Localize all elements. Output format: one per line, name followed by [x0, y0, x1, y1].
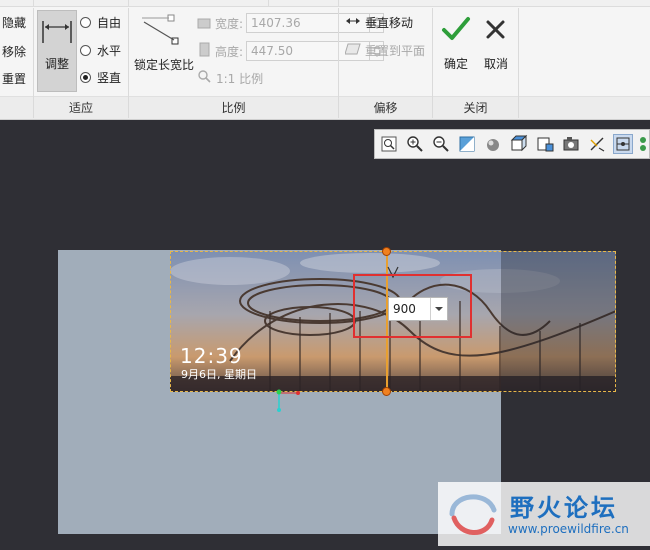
cancel-button[interactable]: 取消 [480, 14, 512, 74]
lock-aspect-label: 锁定长宽比 [134, 58, 195, 72]
radio-free-label: 自由 [97, 16, 122, 30]
zoom-fit-button[interactable] [379, 134, 399, 154]
adjust-button[interactable]: 调整 [37, 10, 77, 92]
lock-aspect-icon [142, 14, 179, 45]
more-icon [640, 137, 646, 151]
repaint-icon [459, 136, 475, 152]
radio-vertical[interactable] [80, 72, 91, 83]
repaint-button[interactable] [457, 134, 477, 154]
close-group-label: 关闭 [463, 101, 488, 115]
width-input[interactable]: 1407.36 [246, 13, 384, 33]
cube-icon [510, 134, 528, 152]
zoom-in-button[interactable] [405, 134, 425, 154]
fit-group-label: 适应 [68, 101, 93, 115]
display-style-button[interactable] [483, 134, 503, 154]
width-label: 宽度: [215, 17, 244, 31]
view-manager-icon [537, 137, 554, 152]
radio-horizontal-label: 水平 [97, 44, 122, 58]
spin-center-button[interactable] [613, 134, 633, 154]
watermark-title: 野火论坛 [510, 494, 618, 522]
zoom-out-icon [433, 136, 449, 152]
height-icon [199, 42, 210, 57]
offset-group-label: 偏移 [373, 101, 398, 115]
reset-to-plane-button[interactable]: 重置到平面 [365, 42, 425, 59]
zoom-out-button[interactable] [431, 134, 451, 154]
hide-button[interactable]: 隐藏 [2, 14, 26, 31]
zoom-in-icon [407, 136, 423, 152]
view-toolbar [374, 129, 650, 159]
annotation-display-button[interactable] [587, 134, 607, 154]
vertical-move-icon [346, 18, 360, 24]
radio-free[interactable] [80, 17, 91, 28]
photo-clock-text: 12:39 [180, 344, 243, 368]
radio-horizontal[interactable] [80, 45, 91, 56]
ribbon: 隐藏 移除 重置 调整 自由 水平 竖直 适应 锁定长宽比 宽度: 1407.3 [0, 0, 650, 120]
shading-icon [487, 139, 499, 151]
more-view-button[interactable] [637, 134, 650, 154]
refit-icon [381, 136, 397, 152]
height-input[interactable]: 447.50 [246, 41, 384, 61]
radio-vertical-label: 竖直 [97, 71, 122, 85]
perspective-button[interactable] [561, 134, 581, 154]
spin-center-icon [616, 137, 630, 151]
datum-display-icon [590, 137, 605, 152]
ok-button[interactable]: 确定 [440, 14, 472, 74]
camera-icon [563, 137, 579, 151]
group-separator [518, 8, 519, 118]
photo-date-text: 9月6日, 星期日 [181, 368, 257, 381]
logo-icon [449, 494, 497, 535]
width-icon [197, 18, 211, 29]
watermark: 野火论坛 www.proewildfire.cn [438, 482, 650, 546]
dimension-input[interactable]: 900 [388, 297, 448, 321]
one-to-one-button[interactable]: 1:1 比例 [216, 70, 263, 87]
lock-aspect-button[interactable]: 锁定长宽比 [132, 10, 194, 90]
watermark-url: www.proewildfire.cn [508, 522, 629, 536]
adjust-label: 调整 [44, 57, 69, 71]
dimension-value: 900 [393, 302, 416, 316]
ribbon-top-strip [0, 0, 650, 7]
height-label: 高度: [215, 45, 244, 59]
remove-button[interactable]: 移除 [2, 43, 26, 60]
coordinate-triad-icon [276, 389, 300, 412]
reset-button[interactable]: 重置 [2, 70, 26, 87]
dimension-dropdown[interactable] [430, 298, 447, 320]
one-to-one-icon [198, 70, 211, 83]
cancel-label: 取消 [484, 57, 509, 71]
saved-orientations-button[interactable] [509, 134, 529, 154]
fit-width-icon [42, 21, 72, 43]
close-icon [486, 20, 505, 39]
width-value: 1407.36 [251, 16, 301, 30]
height-value: 447.50 [251, 44, 293, 58]
bottom-drag-handle[interactable] [382, 387, 391, 396]
top-drag-handle[interactable] [382, 247, 391, 256]
vertical-move-button[interactable]: 垂直移动 [365, 14, 413, 31]
ratio-group-label: 比例 [221, 101, 246, 115]
checkmark-icon [442, 17, 470, 40]
view-manager-button[interactable] [535, 134, 555, 154]
reset-to-plane-icon [345, 43, 361, 55]
ok-label: 确定 [444, 57, 469, 71]
